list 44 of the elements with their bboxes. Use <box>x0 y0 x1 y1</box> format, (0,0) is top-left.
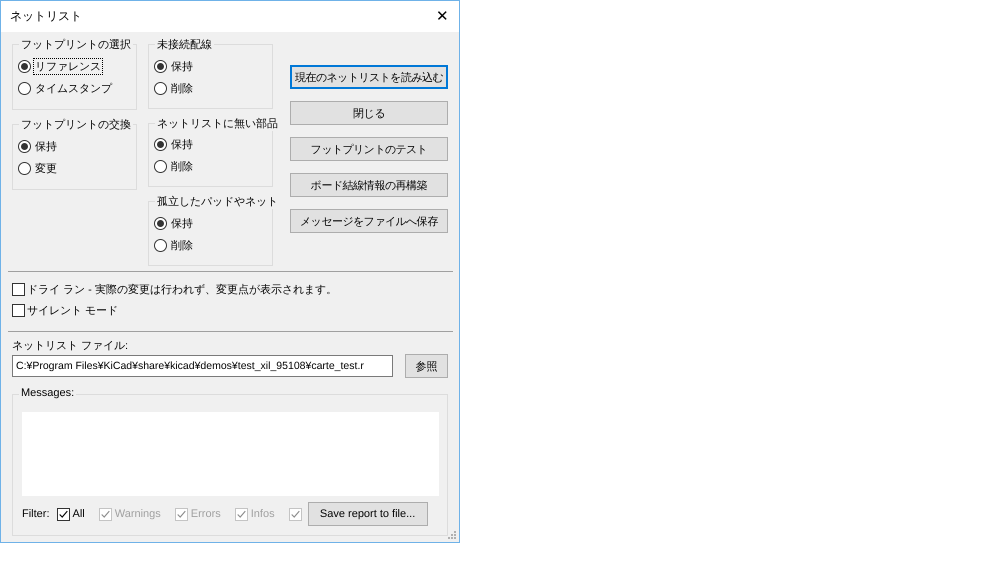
radio-button[interactable] <box>154 138 167 152</box>
save-report-button[interactable]: Save report to file... <box>308 502 428 526</box>
radio-button[interactable] <box>18 162 31 174</box>
resize-grip-icon[interactable] <box>448 531 456 539</box>
radio-button[interactable] <box>154 82 167 94</box>
action-button[interactable]: 現在のネットリストを読み込む <box>290 65 448 89</box>
filter-label[interactable]: All <box>72 508 85 520</box>
action-button[interactable]: ボード結線情報の再構築 <box>290 173 448 197</box>
radio-label[interactable]: 保持 <box>170 58 194 74</box>
action-button[interactable]: メッセージをファイルへ保存 <box>290 209 448 233</box>
window-title: ネットリスト <box>10 8 82 25</box>
action-button[interactable]: フットプリントのテスト <box>290 137 448 161</box>
group-title: フットプリントの交換 <box>19 117 133 132</box>
radio-label[interactable]: 削除 <box>170 159 194 174</box>
browse-button[interactable]: 参照 <box>405 354 448 378</box>
group-title: ネットリストに無い部品 <box>155 116 280 131</box>
file-path-field[interactable]: C:¥Program Files¥KiCad¥share¥kicad¥demos¥test_xil_95108¥carte_test.r <box>12 355 393 377</box>
field-label: ネットリスト ファイル: <box>12 339 130 353</box>
checkbox[interactable] <box>12 283 25 296</box>
radio-label[interactable]: リファレンス <box>34 58 102 74</box>
group-title: 未接続配線 <box>155 37 214 52</box>
group-title: フットプリントの選択 <box>19 37 133 52</box>
checkbox-label[interactable]: ドライ ラン - 実際の変更は行われず、変更点が表示されます。 <box>27 282 337 297</box>
radio-label[interactable]: 削除 <box>170 238 194 253</box>
radio-button[interactable] <box>18 140 31 152</box>
radio-button[interactable] <box>154 238 167 252</box>
radio-button[interactable] <box>18 60 31 72</box>
checkbox-label[interactable]: サイレント モード <box>27 303 118 318</box>
radio-label[interactable]: 保持 <box>170 137 194 152</box>
checkbox[interactable] <box>12 304 25 317</box>
radio-button[interactable] <box>154 60 167 72</box>
radio-label[interactable]: 保持 <box>170 216 194 231</box>
radio-button[interactable] <box>18 82 31 94</box>
radio-label[interactable]: 変更 <box>34 160 58 176</box>
group-title: Messages: <box>19 387 76 399</box>
action-button[interactable]: 閉じる <box>290 101 448 125</box>
radio-label[interactable]: 保持 <box>34 138 58 154</box>
filter-label: Filter: <box>22 508 50 520</box>
radio-button[interactable] <box>154 160 167 174</box>
checkbox[interactable] <box>56 508 70 520</box>
close-icon[interactable]: ✕ <box>436 9 449 24</box>
radio-label[interactable]: タイムスタンプ <box>34 80 113 96</box>
radio-button[interactable] <box>154 216 167 230</box>
radio-label[interactable]: 削除 <box>170 80 194 96</box>
